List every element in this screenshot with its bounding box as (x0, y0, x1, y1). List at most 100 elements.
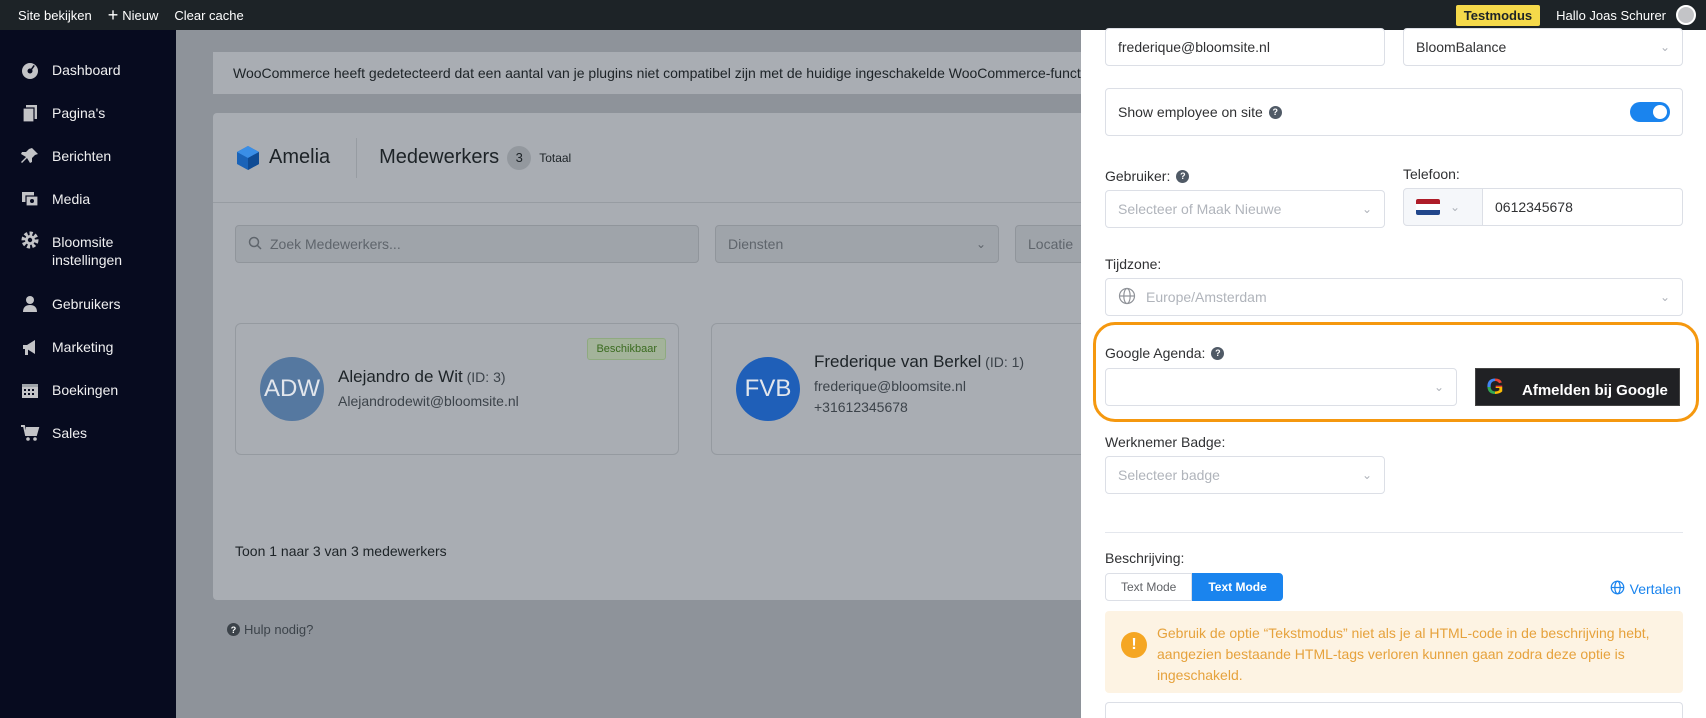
filter-bar: Zoek Medewerkers... Diensten ⌄ Locatie (235, 225, 1115, 263)
chevron-down-icon: ⌄ (1659, 40, 1670, 54)
badge-label-text: Werknemer Badge: (1105, 434, 1226, 450)
sidebar-item-label: Gebruikers (52, 295, 121, 312)
chevron-down-icon: ⌄ (1361, 468, 1372, 482)
section-divider (1105, 532, 1683, 533)
globe-icon (1118, 287, 1136, 308)
country-code-select[interactable]: ⌄ (1403, 188, 1483, 226)
text-mode-active-option[interactable]: Text Mode (1192, 573, 1283, 601)
clear-cache-link[interactable]: Clear cache (166, 8, 251, 23)
panel-header: Amelia Medewerkers 3 Totaal (213, 113, 1113, 203)
pages-icon (20, 103, 40, 123)
google-signout-button[interactable]: G Afmelden bij Google (1475, 368, 1680, 406)
text-mode-warning: ! Gebruik de optie “Tekstmodus” niet als… (1105, 611, 1683, 693)
title-text: Medewerkers (379, 146, 500, 168)
sidebar-item-label: Marketing (52, 338, 114, 355)
clear-cache-label: Clear cache (174, 7, 244, 23)
email-value: frederique@bloomsite.nl (1118, 39, 1270, 55)
chevron-down-icon: ⌄ (1361, 202, 1372, 216)
badge-placeholder: Selecteer badge (1118, 467, 1220, 483)
timezone-select[interactable]: Europe/Amsterdam ⌄ (1105, 278, 1683, 316)
sidebar-item-dashboard[interactable]: Dashboard (0, 48, 176, 91)
amelia-logo-icon (237, 145, 259, 170)
text-mode-option[interactable]: Text Mode (1105, 573, 1193, 601)
services-placeholder: Diensten (728, 236, 784, 252)
employee-name: Frederique van Berkel (814, 352, 982, 371)
employee-card[interactable]: ADW Alejandro de Wit (ID: 3) Alejandrode… (235, 323, 679, 455)
sidebar-item-bloomsite-settings[interactable]: Bloomsite instellingen (0, 220, 176, 282)
google-icon: G (1484, 374, 1506, 399)
help-tooltip-icon[interactable]: ? (1268, 105, 1282, 119)
location-value: BloomBalance (1416, 39, 1507, 55)
calendar-icon (20, 380, 40, 400)
warning-text: Gebruik de optie “Tekstmodus” niet als j… (1157, 625, 1650, 683)
show-employee-toggle[interactable] (1630, 102, 1670, 122)
show-employee-label: Show employee on site (1118, 104, 1263, 120)
employee-info: Alejandro de Wit (ID: 3) Alejandrodewit@… (338, 367, 519, 412)
user-icon (20, 294, 40, 314)
badge-select[interactable]: Selecteer badge ⌄ (1105, 456, 1385, 494)
user-label-text: Gebruiker: (1105, 168, 1171, 184)
location-placeholder: Locatie (1028, 236, 1074, 252)
search-input[interactable]: Zoek Medewerkers... (235, 225, 699, 263)
greeting[interactable]: Hallo Joas Schurer (1556, 8, 1666, 23)
gear-icon (20, 230, 40, 250)
sidebar-item-label: Dashboard (52, 61, 121, 78)
test-mode-badge[interactable]: Testmodus (1455, 4, 1541, 26)
services-select[interactable]: Diensten ⌄ (715, 225, 999, 263)
sidebar-item-pages[interactable]: Pagina's (0, 91, 176, 134)
new-label: Nieuw (122, 7, 159, 23)
main-content-overlay[interactable]: WooCommerce heeft gedetecteerd dat een a… (176, 30, 1155, 718)
dashboard-icon (20, 60, 40, 80)
employee-info: Frederique van Berkel (ID: 1) frederique… (814, 352, 1024, 418)
sidebar-item-label: Media (52, 190, 91, 207)
google-calendar-select[interactable]: ⌄ (1105, 368, 1457, 406)
timezone-label: Tijdzone: (1105, 256, 1161, 272)
description-editor[interactable] (1105, 702, 1683, 718)
netherlands-flag-icon (1416, 199, 1440, 215)
employee-name: Alejandro de Wit (338, 366, 463, 386)
translate-link[interactable]: Vertalen (1610, 580, 1681, 598)
user-select[interactable]: Selecteer of Maak Nieuwe ⌄ (1105, 190, 1385, 228)
email-field[interactable]: frederique@bloomsite.nl (1105, 28, 1385, 66)
chevron-down-icon: ⌄ (1433, 380, 1444, 394)
employee-id: (ID: 1) (985, 354, 1025, 370)
total-label: Totaal (539, 150, 572, 165)
chevron-down-icon: ⌄ (1450, 200, 1461, 214)
employee-email: Alejandrodewit@bloomsite.nl (338, 392, 519, 409)
employee-edit-drawer: frederique@bloomsite.nl BloomBalance ⌄ S… (1081, 28, 1706, 718)
location-select[interactable]: BloomBalance ⌄ (1403, 28, 1683, 66)
user-label: Gebruiker: ? (1105, 168, 1190, 184)
google-signout-label: Afmelden bij Google (1522, 381, 1668, 399)
sidebar-item-label: Berichten (52, 147, 112, 164)
badge-label: Werknemer Badge: (1105, 434, 1225, 450)
user-avatar[interactable] (1676, 5, 1696, 25)
logo-text: Amelia (269, 146, 331, 168)
phone-input[interactable]: 0612345678 (1482, 188, 1683, 226)
sidebar-item-media[interactable]: Media (0, 177, 176, 220)
avatar: FVB (736, 357, 800, 421)
help-tooltip-icon[interactable]: ? (1211, 346, 1225, 360)
sidebar-item-marketing[interactable]: Marketing (0, 325, 176, 368)
google-calendar-label: Google Agenda: ? (1105, 345, 1225, 361)
search-icon (248, 236, 262, 253)
media-icon (20, 189, 40, 209)
view-site-link[interactable]: Site bekijken (0, 8, 100, 23)
employee-count-badge: 3 (507, 145, 532, 170)
plus-icon: + (107, 5, 119, 25)
woocommerce-notice: WooCommerce heeft gedetecteerd dat een a… (213, 52, 1113, 94)
globe-icon (1610, 580, 1625, 598)
employees-panel: Amelia Medewerkers 3 Totaal Zoek Medewer… (213, 113, 1155, 600)
help-link[interactable]: ? Hulp nodig? (227, 622, 313, 637)
page-title: Medewerkers 3 Totaal (379, 145, 572, 170)
search-placeholder: Zoek Medewerkers... (270, 236, 401, 252)
editor-mode-toggle: Text Mode Text Mode (1105, 573, 1283, 601)
sidebar-item-sales[interactable]: Sales (0, 411, 176, 454)
megaphone-icon (20, 337, 40, 357)
sidebar-item-posts[interactable]: Berichten (0, 134, 176, 177)
help-tooltip-icon[interactable]: ? (1176, 169, 1190, 183)
employee-cards: ADW Alejandro de Wit (ID: 3) Alejandrode… (235, 323, 1155, 455)
sidebar-item-bookings[interactable]: Boekingen (0, 368, 176, 411)
sidebar-item-users[interactable]: Gebruikers (0, 282, 176, 325)
new-menu[interactable]: + Nieuw (100, 6, 167, 24)
help-label: Hulp nodig? (244, 622, 314, 637)
